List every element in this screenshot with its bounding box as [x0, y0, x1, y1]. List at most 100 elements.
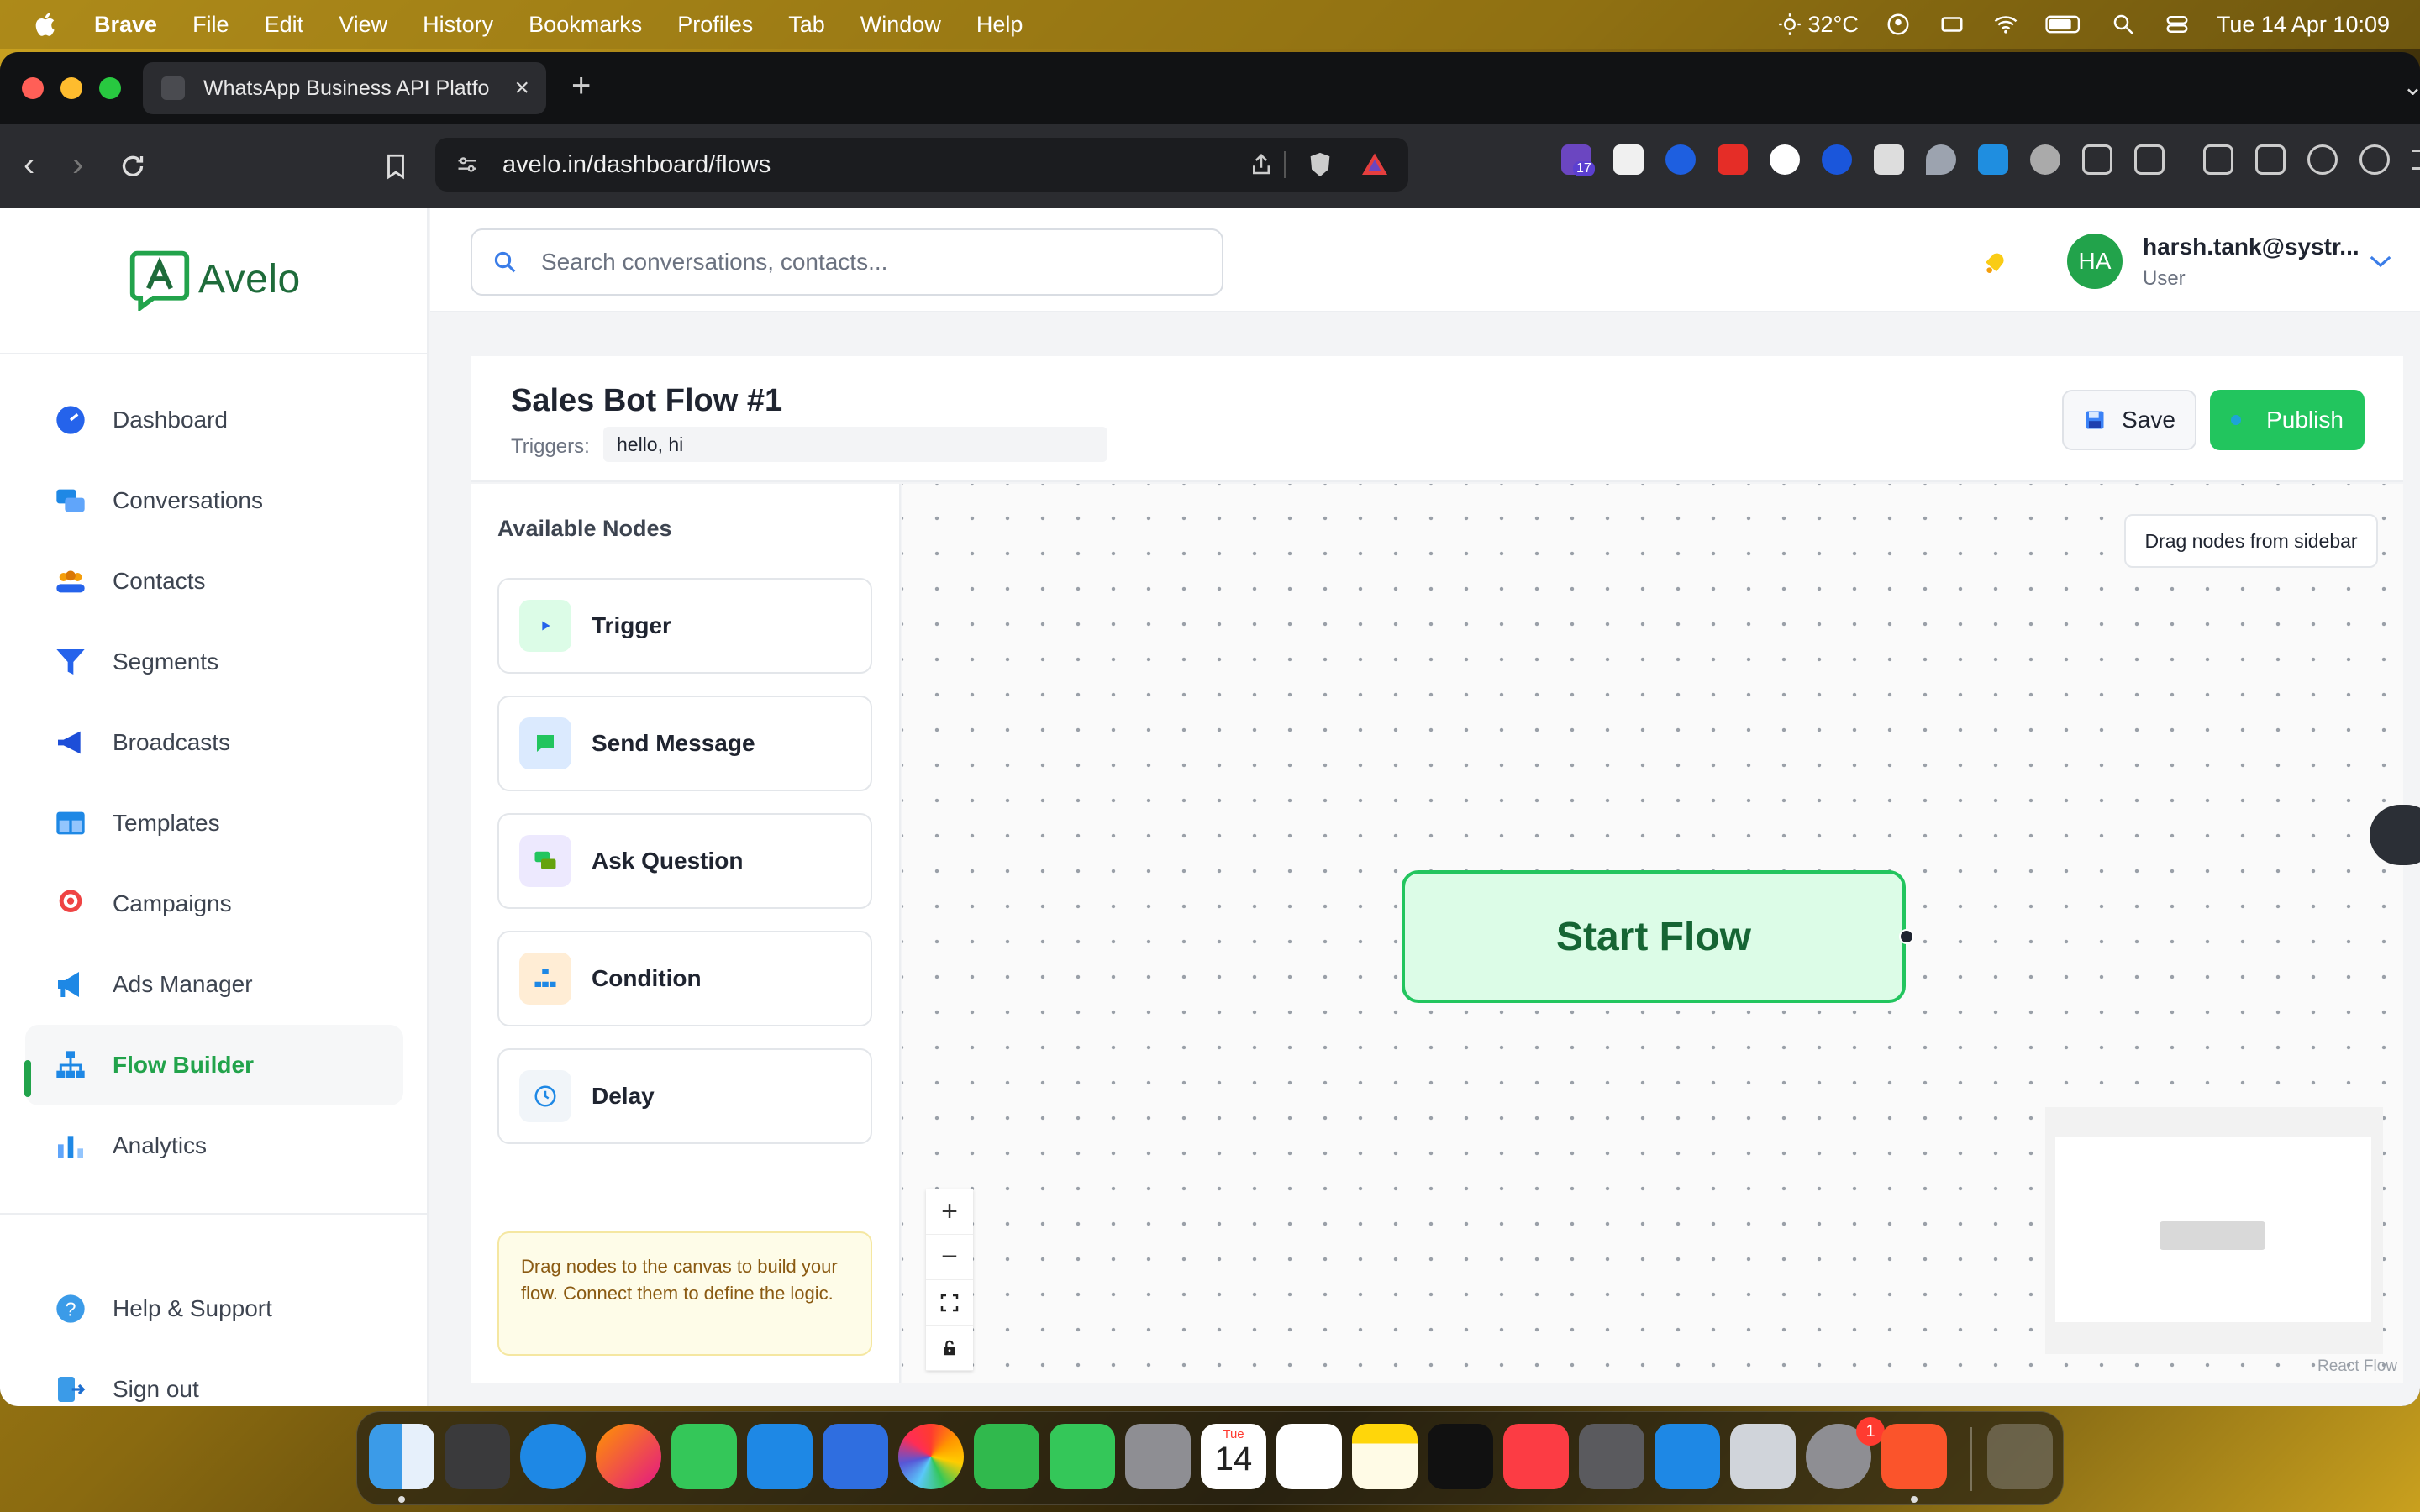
sidebar-item-conversations[interactable]: Conversations	[25, 460, 403, 541]
bookmark-icon[interactable]	[381, 151, 410, 181]
control-center-icon[interactable]	[2163, 12, 2191, 37]
search-input[interactable]	[541, 249, 1197, 276]
firefox-icon[interactable]	[596, 1424, 661, 1489]
wallet-icon[interactable]	[2255, 144, 2286, 175]
sidebar-item-sign-out[interactable]: Sign out	[25, 1349, 403, 1406]
menu-bookmarks[interactable]: Bookmarks	[529, 12, 642, 38]
sidebar-item-campaigns[interactable]: Campaigns	[25, 864, 403, 944]
node-output-handle[interactable]	[1899, 929, 1914, 944]
save-button[interactable]: Save	[2062, 390, 2196, 450]
forward-icon[interactable]: ›	[72, 146, 83, 184]
new-tab-icon[interactable]: +	[571, 67, 591, 105]
notes-icon[interactable]	[1352, 1424, 1418, 1489]
arrow-extension-icon[interactable]	[1978, 144, 2008, 175]
photos-icon[interactable]	[898, 1424, 964, 1489]
menu-file[interactable]: File	[192, 12, 229, 38]
calendar-icon[interactable]: Tue 14	[1201, 1424, 1266, 1489]
menu-profiles[interactable]: Profiles	[677, 12, 753, 38]
maps-compass-icon[interactable]	[823, 1424, 888, 1489]
user-circle-icon[interactable]	[1884, 12, 1912, 37]
extension-purple-icon[interactable]: 17	[1561, 144, 1595, 176]
puzzle-extensions-icon[interactable]	[2082, 144, 2112, 175]
location-pin-extension-icon[interactable]	[1926, 144, 1956, 175]
safari-icon[interactable]	[520, 1424, 586, 1489]
sidebar-item-dashboard[interactable]: Dashboard	[25, 380, 403, 460]
brave-browser-icon[interactable]	[1881, 1424, 1947, 1489]
menu-help[interactable]: Help	[976, 12, 1023, 38]
apple-icon[interactable]	[32, 10, 60, 39]
keyboard-icon[interactable]	[1938, 12, 1966, 37]
zoom-out-icon[interactable]: −	[926, 1235, 973, 1280]
sidebar-item-ads-manager[interactable]: Ads Manager	[25, 944, 403, 1025]
facetime-icon[interactable]	[974, 1424, 1039, 1489]
close-window-button[interactable]	[22, 77, 44, 99]
node-card-send-message[interactable]: Send Message	[497, 696, 872, 791]
user-name[interactable]: harsh.tank@systr...	[2143, 234, 2360, 260]
reload-icon[interactable]	[118, 151, 148, 181]
menu-window[interactable]: Window	[860, 12, 941, 38]
brave-rewards-icon[interactable]	[1360, 150, 1390, 180]
lock-icon[interactable]	[926, 1326, 973, 1371]
reminders-icon[interactable]	[1276, 1424, 1342, 1489]
chevron-down-icon[interactable]	[2368, 252, 2393, 270]
sidebar-item-broadcasts[interactable]: Broadcasts	[25, 702, 403, 783]
flow-canvas[interactable]: Drag nodes from sidebar Start Flow + − R…	[902, 484, 2403, 1383]
contacts-app-icon[interactable]	[1125, 1424, 1191, 1489]
publish-button[interactable]: Publish	[2210, 390, 2365, 450]
sidebar-item-segments[interactable]: Segments	[25, 622, 403, 702]
dictionary-extension-icon[interactable]	[1613, 144, 1644, 175]
close-tab-icon[interactable]: ×	[514, 74, 529, 102]
trash-icon[interactable]	[1987, 1424, 2053, 1489]
zoom-in-icon[interactable]: +	[926, 1189, 973, 1235]
canvas-minimap[interactable]	[2045, 1107, 2383, 1354]
menu-edit[interactable]: Edit	[265, 12, 304, 38]
sidebar-toggle-icon[interactable]	[2203, 144, 2233, 175]
zoom-window-button[interactable]	[99, 77, 121, 99]
grid-extension-icon[interactable]	[1874, 144, 1904, 175]
brave-shields-icon[interactable]	[1306, 150, 1334, 180]
sidebar-item-contacts[interactable]: Contacts	[25, 541, 403, 622]
share-icon[interactable]	[1249, 151, 1274, 178]
site-settings-icon[interactable]	[454, 153, 481, 176]
mail-icon[interactable]	[747, 1424, 813, 1489]
battery-icon[interactable]	[2045, 12, 2084, 37]
blue-ring-extension-icon[interactable]	[1665, 144, 1696, 175]
screenshot-extension-icon[interactable]	[2134, 144, 2165, 175]
music-icon[interactable]	[1503, 1424, 1569, 1489]
avelo-logo[interactable]: Avelo	[128, 247, 301, 311]
back-icon[interactable]: ‹	[24, 146, 34, 184]
fit-view-icon[interactable]	[926, 1280, 973, 1326]
triggers-input[interactable]	[603, 427, 1107, 462]
leo-ai-icon[interactable]	[2307, 144, 2338, 175]
vpn-shield-icon[interactable]	[2360, 144, 2390, 175]
user-avatar[interactable]: HA	[2067, 234, 2123, 289]
start-flow-node[interactable]: Start Flow	[1402, 870, 1906, 1003]
menu-history[interactable]: History	[423, 12, 493, 38]
sidebar-item-templates[interactable]: Templates	[25, 783, 403, 864]
sidebar-item-flow-builder[interactable]: Flow Builder	[24, 1025, 403, 1105]
node-card-trigger[interactable]: Trigger	[497, 578, 872, 674]
minimize-window-button[interactable]	[60, 77, 82, 99]
react-flow-attribution[interactable]: React Flow	[2317, 1357, 2397, 1376]
tab-list-chevron-icon[interactable]: ⌄	[2402, 72, 2420, 102]
menu-app-name[interactable]: Brave	[94, 12, 157, 38]
node-card-delay[interactable]: Delay	[497, 1048, 872, 1144]
rocket-app-icon[interactable]	[1579, 1424, 1644, 1489]
node-card-ask-question[interactable]: Ask Question	[497, 813, 872, 909]
browser-menu-icon[interactable]	[2412, 150, 2420, 170]
phone-icon[interactable]	[1050, 1424, 1115, 1489]
sidebar-item-analytics[interactable]: Analytics	[25, 1105, 403, 1186]
weather-status[interactable]: 32°C	[1778, 12, 1859, 38]
launchpad-icon[interactable]	[445, 1424, 510, 1489]
apple-tv-icon[interactable]	[1428, 1424, 1493, 1489]
messages-icon[interactable]	[671, 1424, 737, 1489]
notification-bell-icon[interactable]	[1980, 244, 2013, 277]
menu-view[interactable]: View	[339, 12, 387, 38]
globe-extension-icon[interactable]	[1822, 144, 1852, 175]
youtube-extension-icon[interactable]	[1718, 144, 1748, 175]
menu-tab[interactable]: Tab	[788, 12, 825, 38]
search-box[interactable]	[471, 228, 1223, 296]
address-bar[interactable]: avelo.in/dashboard/flows	[435, 138, 1408, 192]
menu-clock[interactable]: Tue 14 Apr 10:09	[2217, 12, 2390, 38]
spotlight-search-icon[interactable]	[2109, 12, 2138, 37]
